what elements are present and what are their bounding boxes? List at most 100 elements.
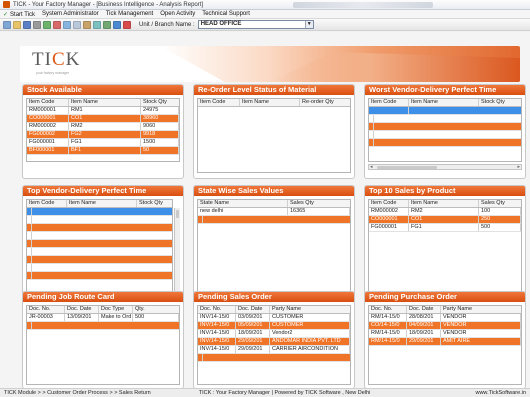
menu-technical-support[interactable]: Technical Support <box>202 11 250 17</box>
col-item-code[interactable]: Item Code <box>27 99 69 106</box>
stock-grid[interactable]: Item Code Item Name Stock Qty RM000001 RM… <box>26 98 180 162</box>
cell: INV/14-15/0 <box>198 346 236 353</box>
col-doc-date[interactable]: Doc. Date <box>407 306 441 313</box>
table-row[interactable]: RM000002 RM2 100 <box>369 208 521 216</box>
table-row[interactable]: RM000001 RM1 24975 <box>27 107 179 115</box>
undo-icon[interactable] <box>93 20 101 29</box>
cell: 03/09/201 <box>236 314 270 321</box>
cell: CO000001 <box>27 115 69 122</box>
table-row-selected[interactable]: - <box>27 208 172 216</box>
vertical-scrollbar[interactable] <box>174 208 180 302</box>
col-doc-type[interactable]: Doc Type <box>99 306 133 313</box>
table-row[interactable]: - <box>27 216 172 224</box>
table-row[interactable]: JR-00003 13/09/201 Make to Ord 500 <box>27 314 179 322</box>
table-row[interactable]: RM000002 RM2 9060 <box>27 123 179 131</box>
sales-order-grid[interactable]: Doc. No. Doc. Date Party Name INV/14-15/… <box>197 305 351 385</box>
col-item-code[interactable]: Item Code <box>369 200 409 207</box>
col-item-name[interactable]: Item Name <box>67 200 137 207</box>
save-icon[interactable] <box>23 20 31 29</box>
table-row[interactable]: CO000001 CO1 250 <box>369 216 521 224</box>
col-item-name[interactable]: Item Name <box>409 99 479 106</box>
cell: 500 <box>133 314 179 321</box>
col-stock-qty[interactable]: Stock Qty <box>141 99 179 106</box>
table-row[interactable]: CO000001 CO1 38960 <box>27 115 179 123</box>
col-party-name[interactable]: Party Name <box>441 306 521 313</box>
table-row[interactable]: FG000002 FG2 9918 <box>27 131 179 139</box>
table-row[interactable]: RM/14-15/0 29/09/201 AMIT AIRE <box>369 338 521 346</box>
copy-icon[interactable] <box>73 20 81 29</box>
col-reorder-qty[interactable]: Re-order Qty <box>300 99 350 106</box>
table-row[interactable]: INV/14-15/0 29/09/201 ANDOMAR INDIA PVT. L… <box>198 338 350 346</box>
chevron-down-icon[interactable]: ▼ <box>304 21 313 28</box>
col-party-name[interactable]: Party Name <box>270 306 350 313</box>
table-row[interactable]: new delhi 16365 <box>198 208 350 216</box>
col-item-name[interactable]: Item Name <box>240 99 300 106</box>
top-vendor-grid[interactable]: Item Code Item Name Stock Qty - - - - - … <box>26 199 173 303</box>
help-icon[interactable] <box>113 20 121 29</box>
col-item-code[interactable]: Item Code <box>198 99 240 106</box>
col-stock-qty[interactable]: Stock Qty <box>137 200 172 207</box>
table-row[interactable]: RM/14-15/0 18/09/201 VENDOR <box>369 330 521 338</box>
col-qty[interactable]: Qty. <box>133 306 179 313</box>
reorder-grid[interactable]: Item Code Item Name Re-order Qty <box>197 98 351 173</box>
table-row[interactable]: INV/14-15/0 18/09/201 Vendor2 <box>198 330 350 338</box>
table-row[interactable]: - <box>27 248 172 256</box>
table-row[interactable]: - <box>27 264 172 272</box>
table-row-selected[interactable]: - <box>369 107 521 115</box>
col-stock-qty[interactable]: Stock Qty <box>479 99 521 106</box>
print-icon[interactable] <box>33 20 41 29</box>
table-row[interactable]: - <box>369 123 521 131</box>
redo-icon[interactable] <box>103 20 111 29</box>
table-row[interactable]: - <box>27 232 172 240</box>
preview-icon[interactable] <box>43 20 51 29</box>
purchase-order-grid[interactable]: Doc. No. Doc. Date Party Name RM/14-15/0… <box>368 305 522 385</box>
table-row[interactable]: - <box>369 139 521 147</box>
status-website-link[interactable]: www.TickSoftware.in <box>471 390 530 396</box>
exit-icon[interactable] <box>123 20 131 29</box>
open-icon[interactable] <box>13 20 21 29</box>
col-doc-no[interactable]: Doc. No. <box>369 306 407 313</box>
find-icon[interactable] <box>53 20 61 29</box>
col-doc-date[interactable]: Doc. Date <box>236 306 270 313</box>
col-doc-no[interactable]: Doc. No. <box>27 306 65 313</box>
col-sales-qty[interactable]: Sales Qty <box>479 200 521 207</box>
col-sales-qty[interactable]: Sales Qty <box>288 200 350 207</box>
table-row[interactable]: RM/14-15/0 28/08/201 VENDOR <box>369 314 521 322</box>
paste-icon[interactable] <box>83 20 91 29</box>
col-item-code[interactable]: Item Code <box>369 99 409 106</box>
cell: RM2 <box>409 208 479 215</box>
table-row[interactable]: - <box>27 224 172 232</box>
table-row[interactable]: - <box>27 322 179 330</box>
table-row[interactable]: - <box>198 354 350 362</box>
col-item-code[interactable]: Item Code <box>27 200 67 207</box>
table-row[interactable]: - <box>198 216 350 224</box>
col-doc-no[interactable]: Doc. No. <box>198 306 236 313</box>
table-row[interactable]: - <box>27 272 172 280</box>
table-row[interactable]: - <box>369 115 521 123</box>
table-row[interactable]: INV/14-15/0 03/09/201 CUSTOMER <box>198 314 350 322</box>
table-row[interactable]: INV/14-15/0 29/09/201 CARRIER AIRCONDITION <box>198 346 350 354</box>
cut-icon[interactable] <box>63 20 71 29</box>
table-row[interactable]: FG000001 FG1 500 <box>369 224 521 232</box>
col-item-name[interactable]: Item Name <box>69 99 141 106</box>
menu-tick-management[interactable]: Tick Management <box>106 11 153 17</box>
table-row[interactable]: - <box>27 240 172 248</box>
worst-vendor-grid[interactable]: Item Code Item Name Stock Qty - - - - - <box>368 98 522 162</box>
horizontal-scrollbar[interactable]: ◂▸ <box>368 164 522 170</box>
table-row[interactable]: - <box>27 256 172 264</box>
menu-open-activity[interactable]: Open Activity <box>160 11 195 17</box>
col-item-name[interactable]: Item Name <box>409 200 479 207</box>
menu-start-tick[interactable]: Start Tick <box>3 11 35 18</box>
new-icon[interactable] <box>3 20 11 29</box>
table-row[interactable]: FG000001 FG1 1500 <box>27 139 179 147</box>
table-row[interactable]: CO/14-15/0 04/09/201 VENDOR <box>369 322 521 330</box>
cell: 500 <box>479 224 521 231</box>
menu-system-administrator[interactable]: System Administrator <box>42 11 99 17</box>
table-row[interactable]: - <box>369 131 521 139</box>
job-route-grid[interactable]: Doc. No. Doc. Date Doc Type Qty. JR-0000… <box>26 305 180 385</box>
col-state-name[interactable]: State Name <box>198 200 288 207</box>
table-row[interactable]: INV/14-15/0 05/09/201 CUSTOMER <box>198 322 350 330</box>
table-row[interactable]: BF000001 BF1 50 <box>27 147 179 155</box>
branch-select[interactable]: HEAD OFFICE ▼ <box>197 20 314 29</box>
col-doc-date[interactable]: Doc. Date <box>65 306 99 313</box>
